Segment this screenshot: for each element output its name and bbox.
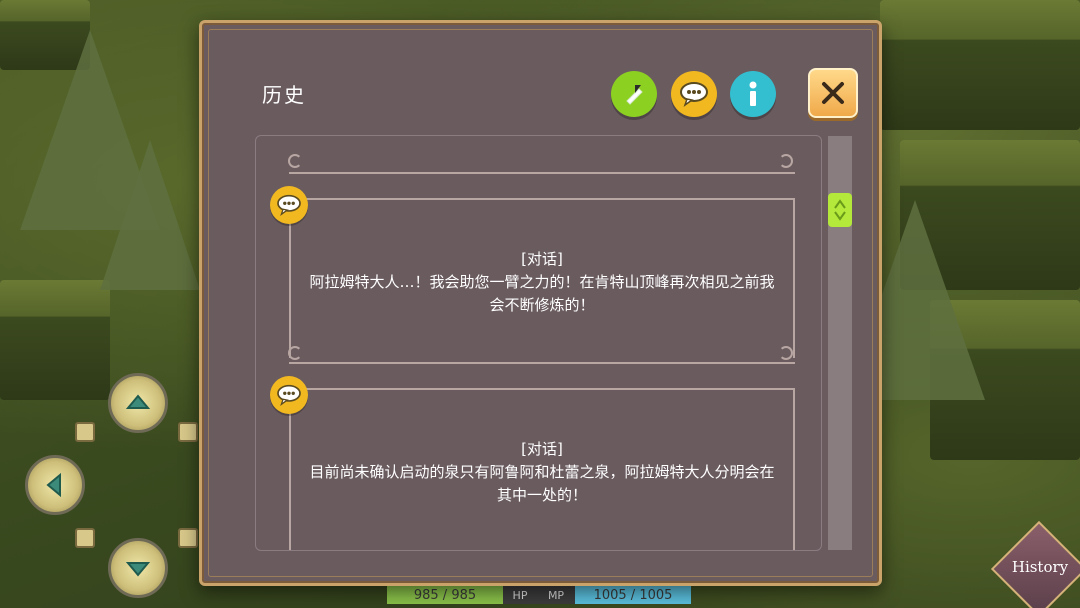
dpad-diagonal-button[interactable]: [178, 528, 198, 548]
scrollbar-thumb[interactable]: [828, 193, 852, 227]
close-icon: [822, 82, 844, 104]
chevron-up-icon: [125, 394, 151, 409]
entry-text: [对话] 目前尚未确认启动的泉只有阿鲁阿和杜蕾之泉，阿拉姆特大人分明会在 其中一…: [296, 438, 788, 507]
speech-bubble-icon: [270, 376, 308, 414]
chevron-left-icon: [46, 472, 61, 498]
dpad-diagonal-button[interactable]: [75, 528, 95, 548]
ornament: [779, 346, 793, 360]
pine-tree: [100, 140, 200, 290]
ornament: [779, 154, 793, 168]
log-button[interactable]: [611, 71, 657, 117]
dpad-diagonal-button[interactable]: [178, 422, 198, 442]
info-icon: [749, 81, 757, 106]
terrain-block: [880, 0, 1080, 130]
divider: [289, 388, 795, 390]
divider: [793, 198, 795, 358]
dpad-up-button[interactable]: [108, 373, 168, 433]
chevron-down-icon: [125, 562, 151, 577]
mp-bar: 1005 / 1005: [575, 586, 691, 604]
scroll-arrows-icon: [834, 199, 846, 221]
dpad-down-button[interactable]: [108, 538, 168, 598]
terrain-block: [0, 280, 110, 400]
hp-bar: 985 / 985: [387, 586, 503, 604]
entry-line: 目前尚未确认启动的泉只有阿鲁阿和杜蕾之泉，阿拉姆特大人分明会在: [309, 463, 775, 481]
ornament: [288, 154, 302, 168]
divider: [289, 172, 795, 174]
entry-type-label: [对话]: [521, 440, 563, 458]
dialogue-filter-button[interactable]: [671, 71, 717, 117]
quill-icon: [626, 85, 643, 105]
history-panel: 历史 [对话] 阿拉姆特大人…！我会助您一臂之力的！在肯特山顶峰再次相见之前我 …: [199, 20, 882, 586]
history-button-label[interactable]: History: [1008, 558, 1072, 576]
entry-line: 阿拉姆特大人…！我会助您一臂之力的！在肯特山顶峰再次相见之前我: [309, 273, 775, 291]
entry-line: 其中一处的！: [496, 486, 587, 504]
entry-type-label: [对话]: [521, 250, 563, 268]
dpad-diagonal-button[interactable]: [75, 422, 95, 442]
speech-bubble-icon: [270, 186, 308, 224]
divider: [289, 198, 795, 200]
dpad-left-button[interactable]: [25, 455, 85, 515]
hp-value: 985 / 985: [413, 587, 477, 603]
info-button[interactable]: [730, 71, 776, 117]
panel-title: 历史: [262, 83, 306, 107]
divider: [793, 388, 795, 550]
speech-bubble-icon: [680, 82, 708, 107]
divider: [289, 362, 795, 364]
mp-label: MP: [537, 586, 575, 604]
close-button[interactable]: [808, 68, 858, 118]
entry-line: 会不断修炼的！: [489, 296, 595, 314]
status-bar: 985 / 985 HP MP 1005 / 1005: [387, 586, 691, 606]
history-log-list[interactable]: [对话] 阿拉姆特大人…！我会助您一臂之力的！在肯特山顶峰再次相见之前我 会不断…: [255, 135, 822, 551]
entry-text: [对话] 阿拉姆特大人…！我会助您一臂之力的！在肯特山顶峰再次相见之前我 会不断…: [296, 248, 788, 317]
mp-value: 1005 / 1005: [593, 587, 673, 603]
hp-label: HP: [503, 586, 537, 604]
ornament: [288, 346, 302, 360]
